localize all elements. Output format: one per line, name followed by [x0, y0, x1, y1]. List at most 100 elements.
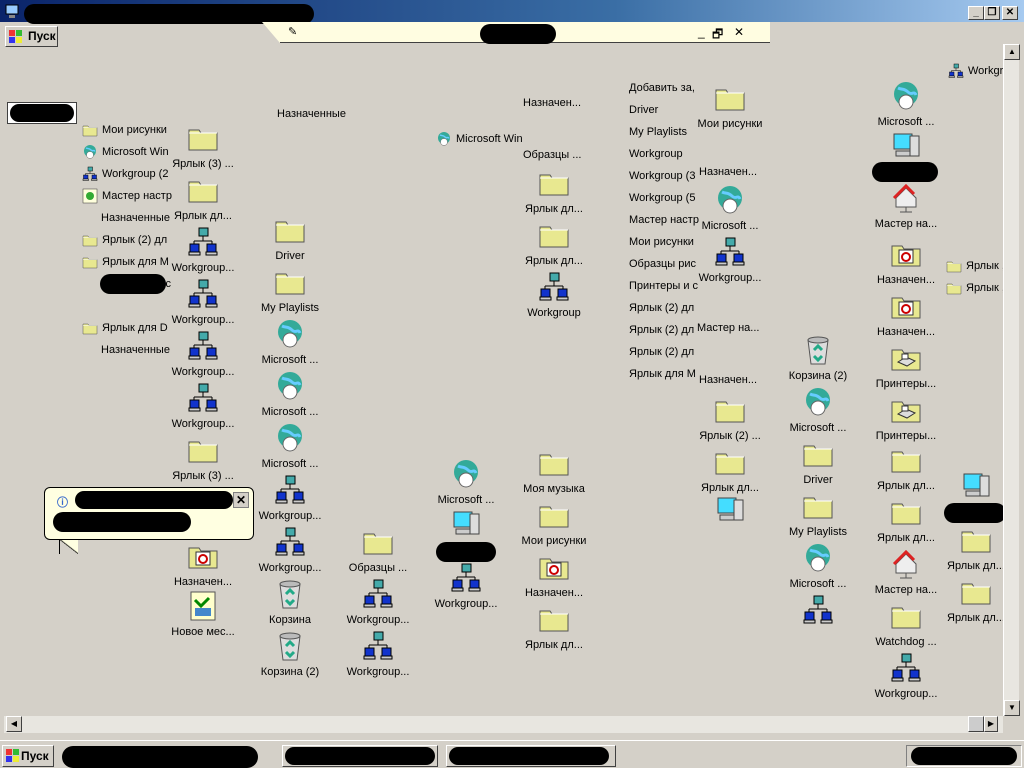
taskbar-start-button[interactable]: Пуск	[2, 745, 54, 767]
close-button[interactable]: ✕	[1002, 6, 1018, 20]
desktop-icon[interactable]: Назначен...	[866, 290, 946, 338]
desktop-icon-label[interactable]: Образцы ...	[523, 149, 581, 161]
taskbar-item[interactable]	[446, 745, 616, 767]
start-button[interactable]: Пуск	[5, 26, 58, 47]
desktop-icon[interactable]: Ярлык (3) ...	[163, 434, 243, 482]
desktop-icon-label[interactable]: Мои рисунки	[629, 236, 694, 248]
desktop-icon-label[interactable]: Workgroup	[629, 148, 683, 160]
desktop-icon[interactable]: Workgroup...	[338, 578, 418, 626]
desktop-icon[interactable]	[426, 508, 506, 544]
desktop-icon[interactable]: My Playlists	[250, 266, 330, 314]
desktop-icon-small[interactable]: Workgroup (2	[82, 166, 168, 182]
desktop-icon[interactable]: Мои рисунки	[690, 82, 770, 130]
desktop-icon[interactable]: Workgroup...	[338, 630, 418, 678]
toolbar-minimize-button[interactable]: _	[698, 25, 705, 39]
desktop-icon-label[interactable]: Назначенные	[277, 108, 346, 120]
desktop-icon[interactable]: Watchdog ...	[866, 600, 946, 648]
desktop-icon[interactable]: Microsoft ...	[250, 422, 330, 470]
desktop-icon-label[interactable]: Ярлык (2) дл	[629, 324, 694, 336]
desktop-icon[interactable]: Мои рисунки	[514, 499, 594, 547]
desktop-icon[interactable]: Ярлык (2) ...	[690, 394, 770, 442]
desktop-icon[interactable]: Корзина (2)	[250, 630, 330, 678]
desktop-icon-small[interactable]: Ярлык ,	[946, 280, 1005, 296]
scroll-right-button[interactable]: ▶	[984, 716, 998, 732]
selected-icon-redacted[interactable]	[7, 102, 77, 124]
desktop-icon-label[interactable]: My Playlists	[629, 126, 687, 138]
desktop-icon-label[interactable]: Мастер на...	[697, 322, 759, 334]
desktop-icon-small[interactable]: Microsoft Win	[82, 144, 169, 160]
desktop-icon[interactable]: My Playlists	[778, 490, 858, 538]
desktop-icon-label[interactable]: Назначен...	[699, 166, 757, 178]
desktop-icon[interactable]: Ярлык дл...	[163, 174, 243, 222]
desktop-icon-small[interactable]: Ярлык ,	[946, 258, 1005, 274]
desktop-icon[interactable]: Microsoft ...	[778, 386, 858, 434]
scroll-thumb[interactable]	[968, 716, 984, 732]
desktop-icon[interactable]: Microsoft ...	[778, 542, 858, 590]
desktop-icon[interactable]: Назначен...	[163, 540, 243, 588]
horizontal-scrollbar[interactable]: ◀ ▶	[4, 716, 1003, 733]
desktop-icon[interactable]: Driver	[250, 214, 330, 262]
desktop-icon-label[interactable]: Workgroup (5	[629, 192, 695, 204]
desktop-icon-label[interactable]: Принтеры и с	[629, 280, 698, 292]
desktop-icon[interactable]: Workgroup...	[426, 562, 506, 610]
taskbar-item[interactable]	[282, 745, 438, 767]
desktop-icon[interactable]: Ярлык дл...	[514, 219, 594, 267]
desktop-icon[interactable]: Workgroup...	[690, 236, 770, 284]
desktop-icon[interactable]: Ярлык дл...	[866, 444, 946, 492]
desktop-icon[interactable]: Принтеры...	[866, 394, 946, 442]
desktop-icon[interactable]	[778, 594, 858, 630]
toolbar-close-button[interactable]: ✕	[734, 25, 744, 39]
scroll-left-button[interactable]: ◀	[6, 716, 22, 732]
desktop-icon[interactable]: Ярлык дл...	[514, 167, 594, 215]
desktop-icon-small[interactable]: Ярлык для М	[82, 254, 169, 270]
desktop-icon[interactable]	[866, 130, 946, 166]
desktop-icon[interactable]: Microsoft ...	[426, 458, 506, 506]
desktop-icon-label[interactable]: Ярлык для М	[629, 368, 696, 380]
desktop-icon-small[interactable]: Workgro	[948, 63, 1009, 79]
desktop-icon[interactable]: Workgroup...	[866, 652, 946, 700]
desktop-icon-label[interactable]: Назначенные	[101, 212, 170, 224]
desktop-icon-label[interactable]: Назначен...	[699, 374, 757, 386]
taskbar-item-redacted[interactable]	[62, 746, 258, 768]
desktop-icon-label[interactable]: Добавить за,	[629, 82, 695, 94]
maximize-button[interactable]: ❐	[984, 6, 1000, 20]
desktop-icon-label[interactable]: Ярлык (2) дл	[629, 302, 694, 314]
balloon-close-button[interactable]: ✕	[233, 492, 249, 508]
desktop-icon[interactable]: Microsoft ...	[866, 80, 946, 128]
desktop-icon[interactable]: Ярлык дл...	[866, 496, 946, 544]
desktop-icon[interactable]: Workgroup...	[163, 382, 243, 430]
desktop-icon-label[interactable]: Driver	[629, 104, 658, 116]
desktop-icon-label[interactable]: Назначен...	[523, 97, 581, 109]
desktop-icon[interactable]: Назначен...	[866, 238, 946, 286]
desktop-icon[interactable]: Workgroup...	[163, 226, 243, 274]
desktop-icon[interactable]: Принтеры...	[866, 342, 946, 390]
toolbar-restore-button[interactable]: 🗗	[712, 25, 723, 46]
desktop-icon[interactable]: Workgroup...	[250, 474, 330, 522]
desktop-icon[interactable]: Ярлык дл...	[690, 446, 770, 494]
desktop-icon[interactable]: Моя музыка	[514, 447, 594, 495]
desktop-icon-label[interactable]: Мастер настр	[629, 214, 699, 226]
desktop-icon[interactable]: Driver	[778, 438, 858, 486]
desktop-icon[interactable]: Microsoft ...	[250, 318, 330, 366]
vertical-scrollbar[interactable]: ▲ ▼	[1003, 44, 1020, 716]
desktop-icon[interactable]: Новое мес...	[163, 590, 243, 638]
desktop-icon[interactable]: Корзина (2)	[778, 334, 858, 382]
desktop-icon-small[interactable]: Мои рисунки	[82, 122, 167, 138]
desktop-icon[interactable]: Ярлык (3) ...	[163, 122, 243, 170]
desktop-icon[interactable]: Ярлык дл...	[514, 603, 594, 651]
desktop-icon[interactable]: Workgroup...	[163, 278, 243, 326]
scroll-down-button[interactable]: ▼	[1004, 700, 1020, 716]
desktop-icon[interactable]: Microsoft ...	[250, 370, 330, 418]
desktop-icon[interactable]: Workgroup...	[163, 330, 243, 378]
desktop-icon[interactable]: Образцы ...	[338, 526, 418, 574]
desktop-icon[interactable]: Workgroup	[514, 271, 594, 319]
desktop-icon-label[interactable]: Образцы рис	[629, 258, 696, 270]
desktop-icon[interactable]: Мастер на...	[866, 548, 946, 596]
desktop-icon-label[interactable]: Назначенные	[101, 344, 170, 356]
desktop-icon-small[interactable]: Microsoft Win	[436, 131, 523, 147]
desktop-icon[interactable]: Мастер на...	[866, 182, 946, 230]
scroll-up-button[interactable]: ▲	[1004, 44, 1020, 60]
desktop-icon[interactable]: Workgroup...	[250, 526, 330, 574]
desktop-icon-small[interactable]: Мастер настр	[82, 188, 172, 204]
desktop-icon-label[interactable]: Workgroup (3	[629, 170, 695, 182]
